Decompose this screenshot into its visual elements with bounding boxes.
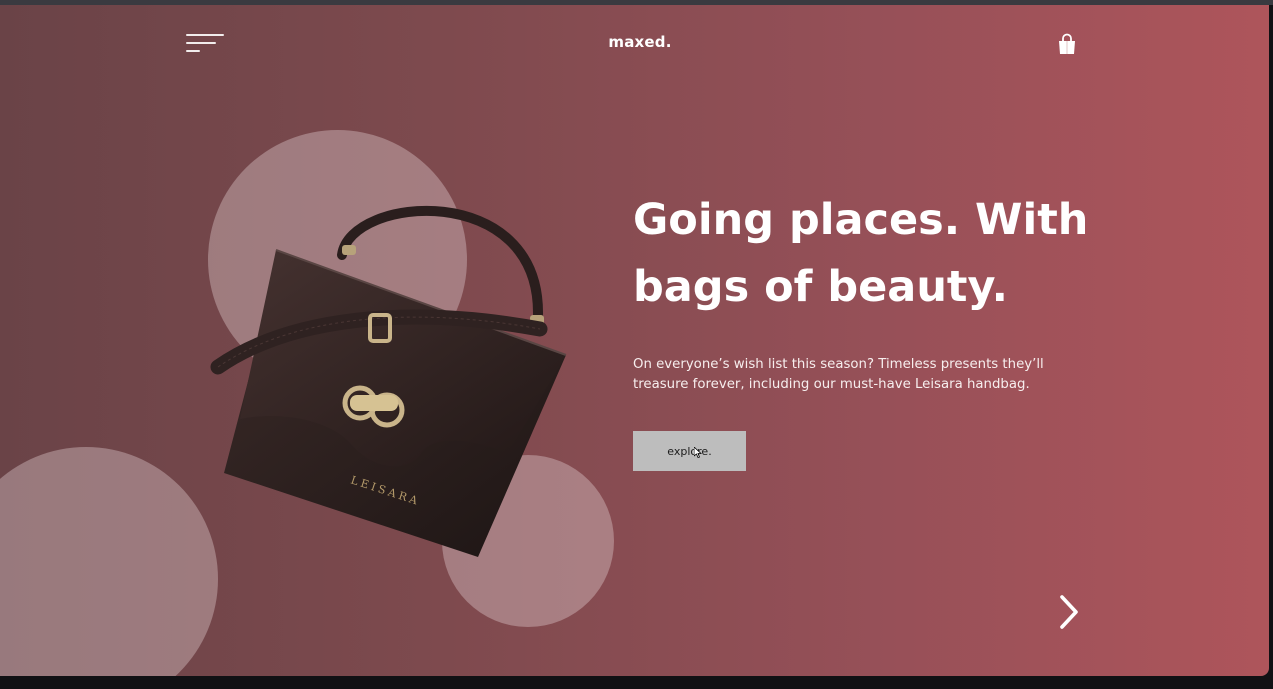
hero-headline: Going places. With bags of beauty.	[633, 195, 1089, 312]
explore-button[interactable]: explore.	[633, 431, 746, 471]
chevron-right-icon[interactable]	[1055, 593, 1083, 631]
handbag-product-image: LEISARA	[210, 205, 567, 557]
shopping-bag-icon[interactable]	[1057, 33, 1077, 55]
hero-section: maxed. LEISARA Going places. With bags o…	[0, 5, 1269, 676]
decorative-circle-left	[0, 447, 218, 676]
brand-logo[interactable]: maxed.	[590, 33, 690, 51]
hero-description: On everyone’s wish list this season? Tim…	[633, 357, 1044, 392]
hamburger-menu-icon[interactable]	[186, 34, 224, 54]
